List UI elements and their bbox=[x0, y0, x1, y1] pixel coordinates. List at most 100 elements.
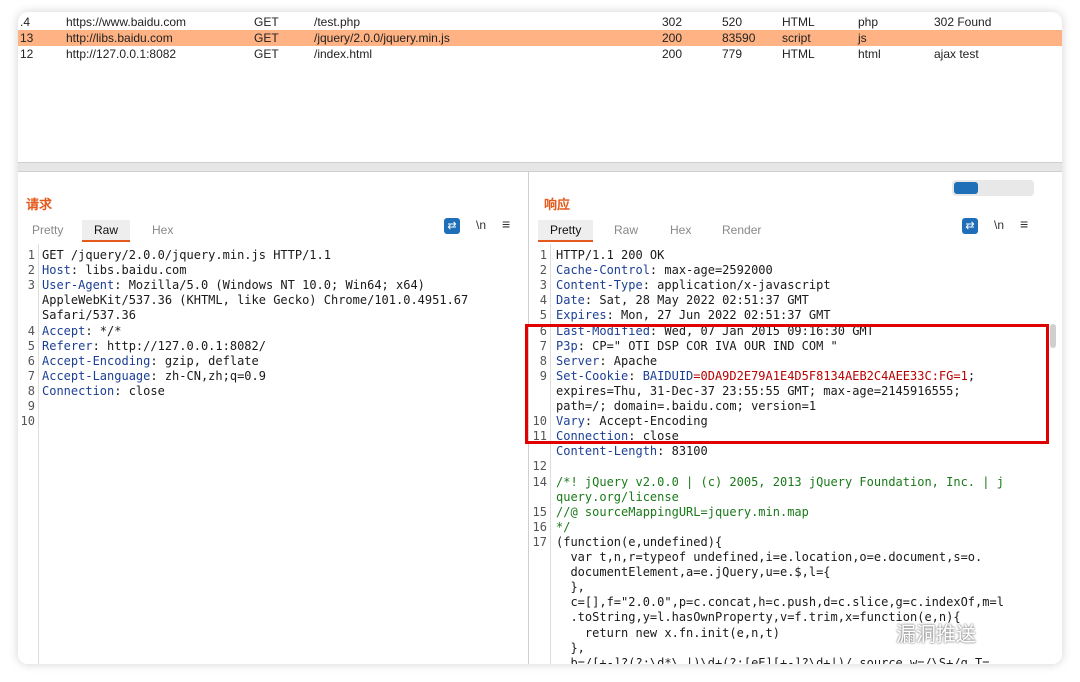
code-line: Host: libs.baidu.com bbox=[42, 263, 187, 277]
newline-toggle[interactable]: \n bbox=[476, 218, 486, 232]
line-number: 3 bbox=[27, 278, 35, 293]
cell-length: 779 bbox=[722, 47, 743, 61]
menu-icon[interactable]: ≡ bbox=[502, 216, 510, 232]
line-val: : libs.baidu.com bbox=[70, 263, 187, 278]
line-text: HTTP/1.1 200 OK bbox=[556, 248, 665, 262]
line-number: 6 bbox=[27, 353, 35, 368]
code-line: Cache-Control: max-age=2592000 bbox=[556, 263, 773, 277]
line-key: Content-Length bbox=[556, 444, 658, 459]
code-line: Content-Type: application/x-javascript bbox=[556, 278, 831, 292]
line-number: 2 bbox=[539, 263, 547, 278]
cell-num: .4 bbox=[20, 15, 31, 29]
table-row[interactable]: 12 http://127.0.0.1:8082 GET/index.html 200… bbox=[18, 46, 1062, 62]
line-val: : zh-CN,zh;q=0.9 bbox=[150, 368, 266, 383]
cell-status: 200 bbox=[662, 47, 683, 61]
table-row[interactable]: .4 https://www.baidu.com GET/test.php 302 52… bbox=[18, 14, 1062, 30]
line-key: Accept-Encoding bbox=[42, 353, 151, 368]
line-number: 9 bbox=[27, 399, 35, 413]
request-pane: 请求 Pretty Raw Hex ⇄ \n ≡ 1 2 3 4 5 6 7 8 9 10 GET… bbox=[18, 172, 529, 664]
tab-hex[interactable]: Hex bbox=[152, 220, 173, 240]
line-number: 7 bbox=[27, 368, 35, 383]
response-editor[interactable]: 1 2 3 4 5 6 7 8 9 10 11 12 14 15 16 17 HTTP/1.1 200 OK C… bbox=[530, 244, 1062, 664]
line-number: 4 bbox=[539, 293, 547, 308]
cell-mime: HTML bbox=[782, 15, 815, 29]
code-line: return new x.fn.init(e,n,t) bbox=[556, 626, 780, 640]
line-key: Connection bbox=[42, 383, 115, 398]
cell-method: GET bbox=[254, 47, 279, 61]
code-line: c=[],f="2.0.0",p=c.concat,h=c.push,d=c.s… bbox=[556, 595, 1004, 609]
code-line: (function(e,undefined){ bbox=[556, 535, 722, 549]
line-number: 8 bbox=[27, 383, 35, 398]
code-line: User-Agent: Mozilla/5.0 (Windows NT 10.0… bbox=[42, 278, 425, 292]
line-text: (function(e,undefined){ bbox=[556, 534, 723, 549]
line-number: 16 bbox=[532, 519, 547, 534]
line-text: AppleWebKit/537.36 (KHTML, like Gecko) C… bbox=[42, 293, 469, 308]
code-line: }, bbox=[556, 580, 585, 595]
menu-icon[interactable]: ≡ bbox=[1020, 216, 1028, 232]
line-green: */ bbox=[556, 519, 571, 534]
single-pane-icon[interactable] bbox=[1008, 182, 1032, 194]
code-line: Date: Sat, 28 May 2022 02:51:37 GMT bbox=[556, 293, 809, 307]
newline-toggle[interactable]: \n bbox=[994, 218, 1004, 232]
pane-divider[interactable] bbox=[18, 162, 1062, 172]
table-row[interactable]: 13 http://libs.baidu.com GET/jquery/2.0.0/… bbox=[18, 30, 1062, 46]
line-key: Accept bbox=[42, 323, 86, 338]
request-gutter: 1 2 3 4 5 6 7 8 9 10 bbox=[18, 244, 39, 664]
vertical-split-icon[interactable] bbox=[981, 182, 1005, 194]
tab-render[interactable]: Render bbox=[722, 220, 761, 240]
request-title: 请求 bbox=[26, 198, 53, 213]
line-text: var t,n,r=typeof undefined,i=e.location,… bbox=[556, 550, 983, 564]
cell-status: 302 bbox=[662, 15, 683, 29]
tab-pretty[interactable]: Pretty bbox=[32, 220, 63, 240]
cell-length: 520 bbox=[722, 15, 743, 29]
code-line: Content-Length: 83100 bbox=[556, 444, 708, 458]
cell-ext: php bbox=[858, 15, 879, 29]
side-by-side-icon[interactable] bbox=[954, 182, 978, 194]
cell-mime: script bbox=[782, 31, 811, 45]
line-number: 14 bbox=[532, 474, 547, 489]
line-number: 1 bbox=[539, 248, 547, 262]
cell-title: ajax test bbox=[934, 47, 979, 61]
code-line: }, bbox=[556, 640, 585, 655]
cell-ext: js bbox=[858, 31, 867, 45]
line-green: //@ sourceMappingURL=jquery.min.map bbox=[556, 504, 809, 519]
cell-url: /jquery/2.0.0/jquery.min.js bbox=[314, 31, 450, 45]
code-line: HTTP/1.1 200 OK bbox=[556, 248, 664, 262]
line-val: : */* bbox=[85, 323, 122, 338]
line-text: }, bbox=[556, 640, 585, 655]
cell-host: http://libs.baidu.com bbox=[66, 31, 173, 45]
code-line: Safari/537.36 bbox=[42, 308, 136, 322]
request-editor[interactable]: 1 2 3 4 5 6 7 8 9 10 GET /jquery/2.0.0/jquery.min… bbox=[18, 244, 528, 664]
wrap-lines-icon[interactable]: ⇄ bbox=[962, 218, 978, 234]
tab-raw[interactable]: Raw bbox=[82, 220, 131, 242]
tab-hex[interactable]: Hex bbox=[670, 220, 691, 240]
tab-pretty[interactable]: Pretty bbox=[538, 220, 594, 242]
code-line: Accept: */* bbox=[42, 324, 121, 338]
line-green: query.org/license bbox=[556, 489, 679, 504]
line-number: 3 bbox=[539, 278, 547, 293]
wrap-lines-icon[interactable]: ⇄ bbox=[444, 218, 460, 234]
line-val: : gzip, deflate bbox=[150, 353, 259, 368]
tab-raw[interactable]: Raw bbox=[614, 220, 638, 240]
line-number: 5 bbox=[27, 338, 35, 353]
line-val: : close bbox=[114, 383, 165, 398]
cell-status: 200 bbox=[662, 31, 683, 45]
code-line: documentElement,a=e.jQuery,u=e.$,l={ bbox=[556, 565, 830, 579]
highlight-box bbox=[525, 324, 1049, 444]
code-line: Expires: Mon, 27 Jun 2022 02:51:37 GMT bbox=[556, 308, 831, 322]
line-key: Host bbox=[42, 263, 71, 278]
response-gutter: 1 2 3 4 5 6 7 8 9 10 11 12 14 15 16 17 bbox=[530, 244, 551, 664]
line-text: }, bbox=[556, 580, 585, 595]
line-val: : Mon, 27 Jun 2022 02:51:37 GMT bbox=[606, 308, 831, 323]
cell-host: http://127.0.0.1:8082 bbox=[66, 47, 177, 61]
line-val: : application/x-javascript bbox=[642, 278, 831, 293]
line-val: : Mozilla/5.0 (Windows NT 10.0; Win64; x… bbox=[114, 278, 425, 293]
code-line: Connection: close bbox=[42, 384, 165, 398]
code-line: var t,n,r=typeof undefined,i=e.location,… bbox=[556, 550, 982, 564]
cell-url: /test.php bbox=[314, 15, 361, 29]
scrollbar-thumb[interactable] bbox=[1050, 324, 1056, 348]
cell-method: GET bbox=[254, 31, 279, 45]
line-number: 15 bbox=[532, 504, 547, 519]
cell-length: 83590 bbox=[722, 31, 756, 45]
line-number: 1 bbox=[27, 248, 35, 262]
